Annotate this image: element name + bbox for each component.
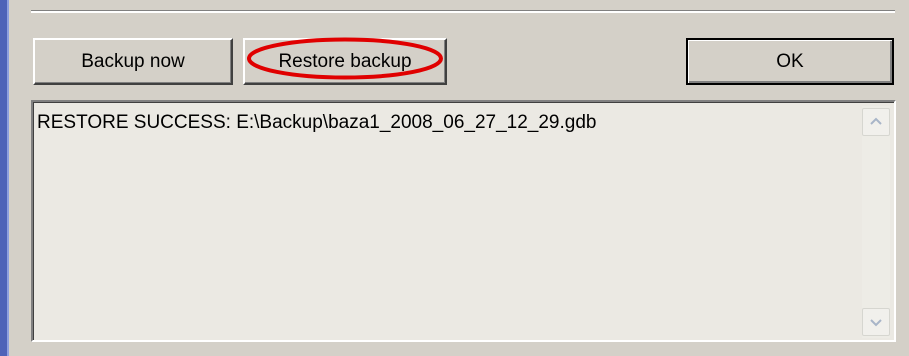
ok-label: OK: [776, 50, 804, 72]
chevron-up-icon: [870, 117, 882, 125]
scroll-track[interactable]: [862, 136, 890, 308]
ok-button[interactable]: OK: [686, 38, 894, 85]
top-divider: [31, 10, 895, 13]
restore-backup-label: Restore backup: [278, 50, 412, 72]
scroll-up-button[interactable]: [862, 108, 890, 136]
chevron-down-icon: [870, 319, 882, 327]
log-line: RESTORE SUCCESS: E:\Backup\baza1_2008_06…: [37, 112, 597, 133]
backup-now-button[interactable]: Backup now: [33, 38, 233, 85]
vertical-scrollbar[interactable]: [862, 106, 890, 338]
log-output-box[interactable]: RESTORE SUCCESS: E:\Backup\baza1_2008_06…: [31, 100, 896, 342]
backup-now-label: Backup now: [81, 50, 185, 72]
window-left-border: [0, 0, 9, 356]
restore-backup-button[interactable]: Restore backup: [243, 38, 447, 85]
scroll-down-button[interactable]: [862, 308, 890, 336]
backup-dialog: Backup now Restore backup OK RESTORE SUC…: [0, 0, 909, 356]
